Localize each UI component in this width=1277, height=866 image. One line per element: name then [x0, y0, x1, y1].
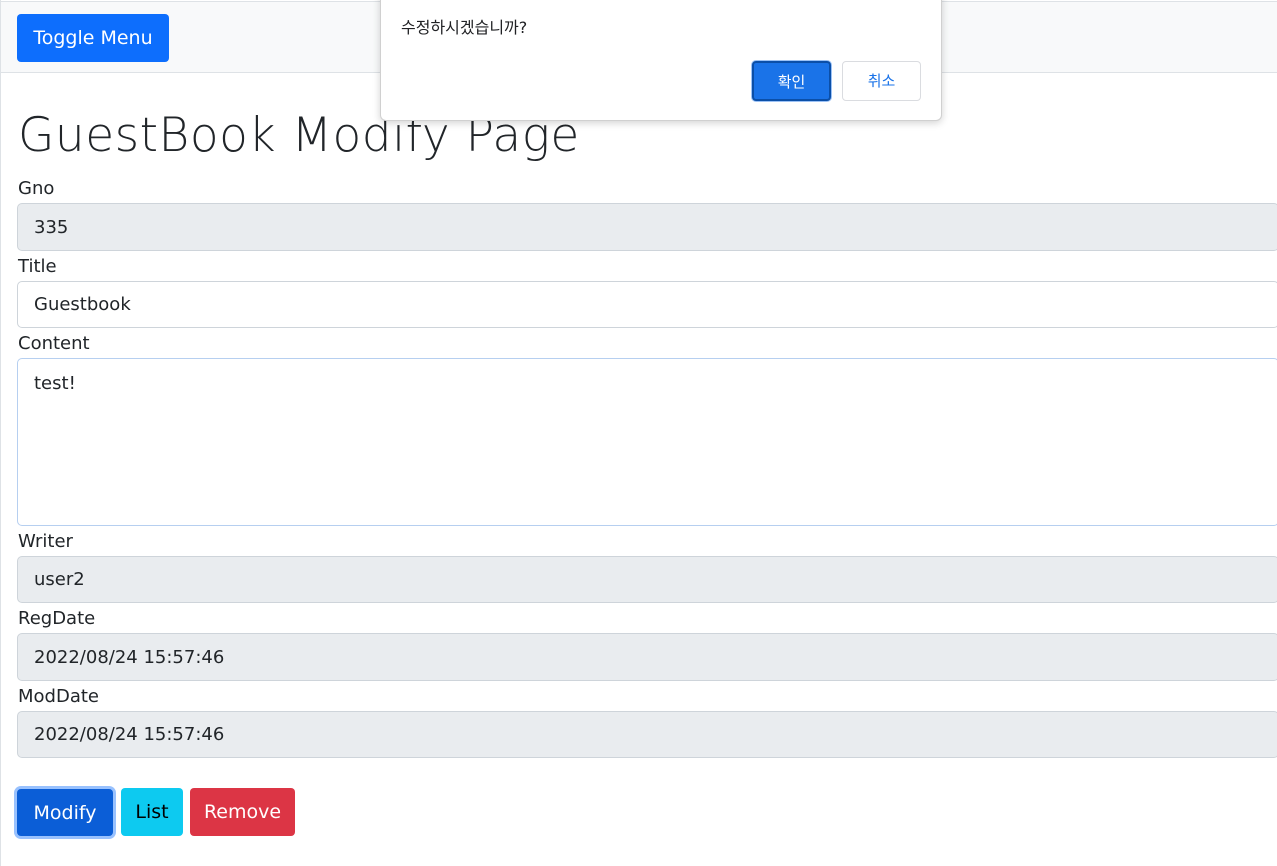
title-label: Title	[18, 256, 57, 277]
writer-label: Writer	[18, 531, 73, 552]
remove-button[interactable]: Remove	[190, 788, 295, 836]
regdate-label: RegDate	[18, 608, 96, 629]
gno-field[interactable]	[17, 203, 1277, 251]
title-input[interactable]	[17, 281, 1277, 328]
writer-field[interactable]	[17, 556, 1277, 603]
content-label: Content	[18, 333, 90, 354]
confirm-ok-button[interactable]: 확인	[752, 61, 831, 101]
moddate-label: ModDate	[18, 686, 99, 707]
moddate-field[interactable]	[17, 711, 1277, 758]
modify-button[interactable]: Modify	[17, 789, 113, 836]
gno-label: Gno	[18, 178, 55, 199]
regdate-field[interactable]	[17, 633, 1277, 681]
confirm-dialog: 수정하시겠습니까? 확인 취소	[380, 0, 942, 121]
content-textarea[interactable]: test!	[17, 358, 1277, 526]
toggle-menu-button[interactable]: Toggle Menu	[17, 14, 169, 62]
confirm-dialog-message: 수정하시겠습니까?	[401, 18, 528, 37]
page-left-border	[0, 0, 1, 866]
list-button[interactable]: List	[121, 788, 183, 836]
confirm-cancel-button[interactable]: 취소	[842, 61, 921, 101]
